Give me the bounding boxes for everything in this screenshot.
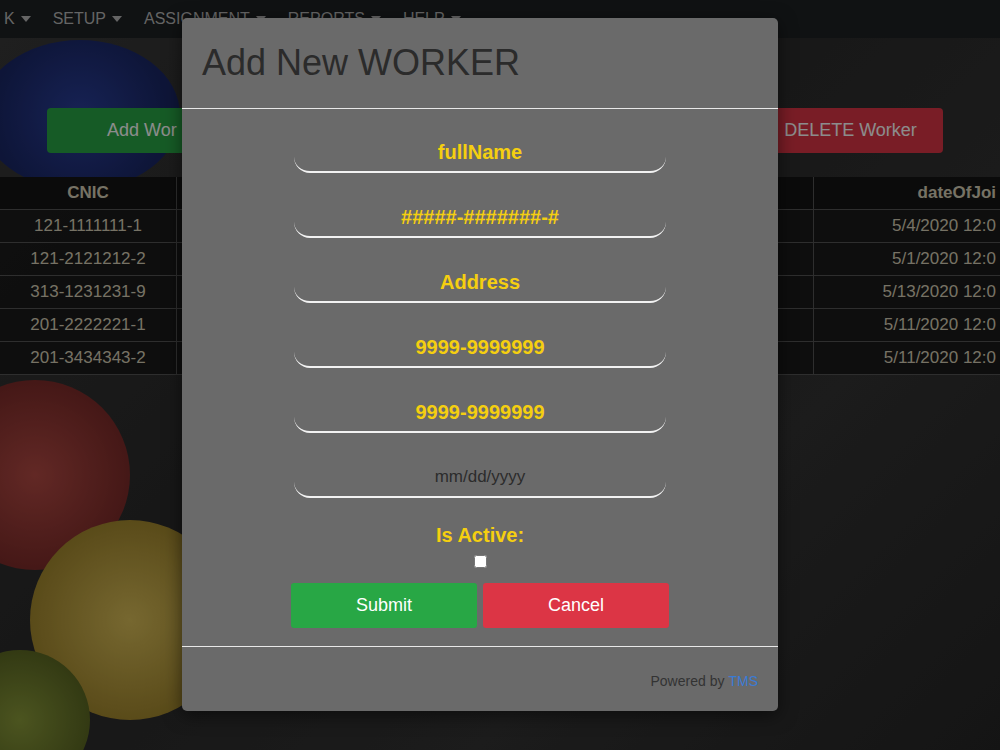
form-field[interactable] <box>294 198 666 238</box>
is-active-label: Is Active: <box>436 524 524 547</box>
footer-text: Powered by <box>651 673 725 689</box>
form-field[interactable] <box>294 328 666 368</box>
footer-link[interactable]: TMS <box>728 673 758 689</box>
form-field[interactable] <box>294 263 666 303</box>
dialog-title: Add New WORKER <box>202 42 758 84</box>
form-field[interactable] <box>294 458 666 498</box>
dialog-buttons: SubmitCancel <box>291 583 669 628</box>
form-field[interactable] <box>294 133 666 173</box>
form-field[interactable] <box>294 393 666 433</box>
add-worker-dialog: Add New WORKER Is Active: SubmitCancel Powe… <box>182 18 778 711</box>
dialog-header: Add New WORKER <box>182 18 778 109</box>
dialog-button[interactable]: Submit <box>291 583 477 628</box>
dialog-footer: Powered byTMS <box>182 647 778 711</box>
dialog-button[interactable]: Cancel <box>483 583 669 628</box>
dialog-body: Is Active: SubmitCancel <box>182 109 778 647</box>
page: KSETUPASSIGNMENTREPORTSHELPAdd WorDELETE… <box>0 0 1000 750</box>
is-active-checkbox[interactable] <box>474 555 487 568</box>
